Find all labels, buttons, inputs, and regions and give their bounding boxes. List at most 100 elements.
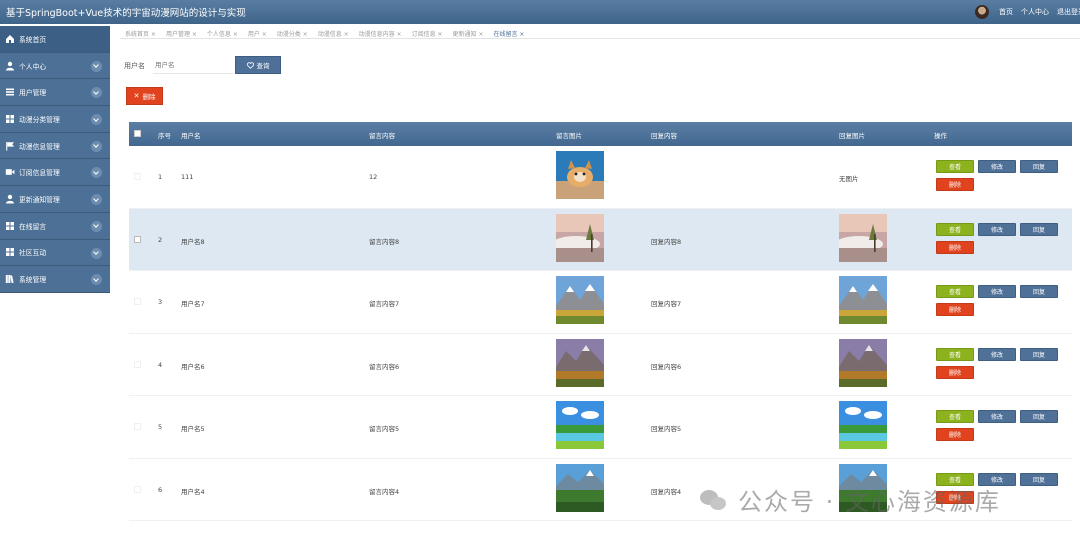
wechat-icon [700,488,730,512]
user-icon [5,61,15,71]
nav-profile-link[interactable]: 个人中心 [1021,7,1049,17]
tab-3[interactable]: 用户 × [243,27,272,38]
table-row[interactable]: 5 用户名5 留言内容5 回复内容5 查看 修改 回复 删除 [129,396,1072,459]
close-icon: ✕ [133,92,140,100]
cell-content: 留言内容8 [369,237,400,246]
table-row[interactable]: 4 用户名6 留言内容6 回复内容6 查看 修改 回复 删除 [129,334,1072,396]
view-button[interactable]: 查看 [936,410,974,423]
message-image[interactable] [556,338,604,387]
edit-button[interactable]: 修改 [978,160,1016,173]
row-checkbox[interactable] [134,485,141,493]
reply-image[interactable] [839,401,887,449]
chevron-down-icon[interactable] [91,114,102,126]
sidebar-item-6[interactable]: 更新通知管理 [0,186,110,213]
reply-image[interactable] [835,213,887,262]
search-input[interactable] [153,57,233,74]
tab-2[interactable]: 个人信息 × [202,27,243,38]
chevron-down-icon[interactable] [91,194,102,206]
chevron-down-icon[interactable] [91,140,102,152]
chevron-down-icon[interactable] [91,167,102,179]
message-image[interactable] [556,276,604,324]
cell-username: 用户名4 [181,487,205,496]
delete-button[interactable]: 删除 [936,303,974,316]
sidebar-item-5[interactable]: 订阅信息管理 [0,159,110,187]
message-image[interactable] [556,463,604,512]
edit-button[interactable]: 修改 [978,347,1016,361]
cell-username: 用户名7 [181,300,205,308]
table-row[interactable]: 2 用户名8 留言内容8 回复内容8 查看 修改 回复 删除 [129,208,1072,271]
delete-button[interactable]: 删除 [936,428,974,441]
batch-delete-button[interactable]: ✕ 删除 [126,87,163,105]
header-reply-image: 回复图片 [839,132,865,140]
message-image[interactable] [556,151,604,199]
edit-button[interactable]: 修改 [978,285,1016,298]
row-checkbox[interactable] [134,360,141,368]
sidebar-item-2[interactable]: 用户管理 [0,79,110,107]
cell-index: 6 [158,485,163,494]
sidebar-item-label: 个人中心 [19,62,47,71]
edit-button[interactable]: 修改 [978,410,1016,423]
tab-4[interactable]: 动漫分类 × [272,27,313,38]
tab-0[interactable]: 系统首页 × [120,27,161,38]
view-button[interactable]: 查看 [936,222,974,236]
row-checkbox[interactable] [134,173,141,180]
row-checkbox[interactable] [134,235,141,243]
reply-button[interactable]: 回复 [1020,410,1058,423]
delete-button-label: 删除 [948,307,961,314]
tab-7[interactable]: 订阅信息 × [407,27,448,38]
sidebar: 系统首页个人中心用户管理 动漫分类管理 动漫信息管理 订阅信息管理 更新通知管理 在线留言… [0,26,110,293]
tab-6[interactable]: 动漫信息内容 × [354,27,407,38]
table-row[interactable]: 3 用户名7 留言内容7 回复内容7 查看 修改 回复 删除 [129,271,1072,334]
avatar[interactable] [975,5,989,19]
cell-content: 留言内容6 [369,362,400,371]
header-actions: 操作 [934,132,947,140]
chevron-down-icon[interactable] [91,87,102,99]
delete-button[interactable]: 删除 [936,240,974,254]
sidebar-item-7[interactable]: 在线留言 [0,212,110,240]
reply-button-label: 回复 [1032,414,1045,421]
row-checkbox[interactable] [134,298,141,305]
select-all-checkbox[interactable] [134,130,141,137]
reply-button[interactable]: 回复 [1020,472,1058,486]
sidebar-item-0[interactable]: 系统首页 [0,26,110,53]
video-icon [5,167,15,177]
chevron-down-icon[interactable] [91,247,102,259]
tab-9[interactable]: 在线留言 × [488,27,529,38]
delete-button[interactable]: 删除 [936,178,974,191]
reply-button[interactable]: 回复 [1020,160,1058,173]
sidebar-item-9[interactable]: 系统管理 [0,266,110,293]
sidebar-item-4[interactable]: 动漫信息管理 [0,132,110,160]
reply-button[interactable]: 回复 [1020,222,1058,236]
view-button[interactable]: 查看 [936,160,974,173]
sidebar-item-8[interactable]: 社区互动 [0,239,110,267]
home-icon [5,34,15,44]
view-button[interactable]: 查看 [936,285,974,298]
message-image[interactable] [552,213,604,262]
chevron-down-icon[interactable] [91,220,102,232]
chevron-down-icon[interactable] [91,60,102,72]
reply-button[interactable]: 回复 [1020,347,1058,361]
reply-button-label: 回复 [1032,289,1045,296]
reply-button[interactable]: 回复 [1020,285,1058,298]
tab-1[interactable]: 用户管理 × [161,27,202,38]
reply-image[interactable] [839,276,887,324]
nav-logout-link[interactable]: 退出登录 [1057,7,1080,17]
chevron-down-icon[interactable] [91,274,102,286]
table-row[interactable]: 1 111 12 无图片 查看 修改 回复 删除 [129,146,1072,209]
delete-button[interactable]: 删除 [936,365,974,379]
message-image[interactable] [556,401,604,449]
edit-button[interactable]: 修改 [978,222,1016,236]
tab-5[interactable]: 动漫信息 × [313,27,354,38]
nav-home-link[interactable]: 首页 [999,7,1013,17]
edit-button-label: 修改 [990,226,1003,234]
view-button-label: 查看 [948,414,961,421]
reply-image[interactable] [839,338,887,387]
sidebar-item-1[interactable]: 个人中心 [0,52,110,80]
view-button[interactable]: 查看 [936,347,974,361]
view-button-label: 查看 [948,164,961,171]
row-checkbox[interactable] [134,423,141,430]
query-button[interactable]: 查询 [235,56,281,74]
sidebar-item-3[interactable]: 动漫分类管理 [0,106,110,133]
cell-index: 1 [158,173,163,181]
tab-8[interactable]: 更新通知 × [448,27,489,38]
